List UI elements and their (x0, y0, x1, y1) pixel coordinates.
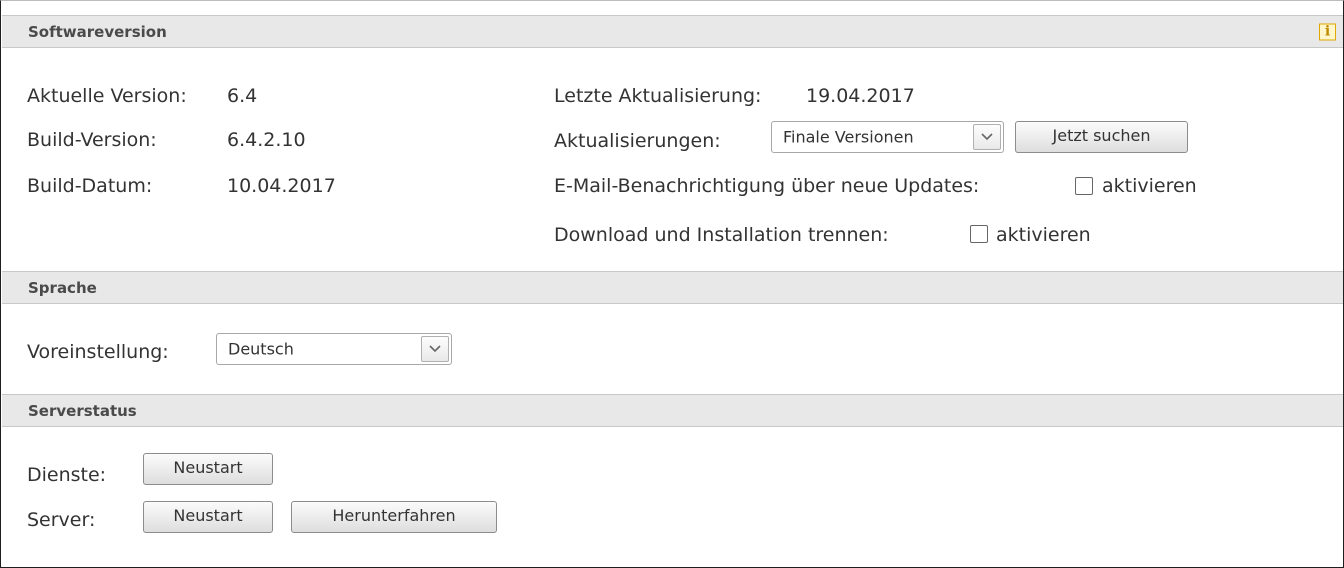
section-title: Serverstatus (28, 401, 137, 420)
search-updates-button[interactable]: Jetzt suchen (1015, 121, 1188, 153)
system-settings-panel: Softwareversion i Aktuelle Version: 6.4 … (0, 0, 1344, 568)
language-select[interactable]: Deutsch (216, 333, 452, 365)
chevron-down-icon (421, 336, 449, 362)
email-notify-checkbox-label: aktivieren (1102, 175, 1197, 197)
services-label: Dienste: (27, 464, 107, 486)
section-header-softwareversion: Softwareversion i (2, 15, 1343, 48)
server-shutdown-button[interactable]: Herunterfahren (291, 501, 497, 533)
updates-select-value: Finale Versionen (783, 127, 914, 147)
chevron-down-icon (973, 124, 1001, 150)
email-notify-checkbox[interactable] (1075, 177, 1093, 195)
email-notify-label: E-Mail-Benachrichtigung über neue Update… (554, 175, 980, 197)
download-split-checkbox-label: aktivieren (996, 224, 1091, 246)
server-restart-button[interactable]: Neustart (143, 501, 273, 533)
download-split-checkbox[interactable] (970, 225, 988, 243)
download-split-label: Download und Installation trennen: (554, 224, 889, 246)
section-header-serverstatus: Serverstatus (2, 394, 1343, 427)
build-date-label: Build-Datum: (27, 175, 153, 197)
last-update-label: Letzte Aktualisierung: (554, 85, 762, 107)
section-title: Sprache (28, 278, 97, 297)
last-update-value: 19.04.2017 (806, 85, 915, 107)
section-title: Softwareversion (28, 22, 167, 41)
build-version-value: 6.4.2.10 (227, 129, 306, 151)
updates-label: Aktualisierungen: (554, 130, 721, 152)
default-language-label: Voreinstellung: (27, 341, 169, 363)
section-header-sprache: Sprache (2, 271, 1343, 304)
info-icon[interactable]: i (1319, 23, 1336, 40)
build-version-label: Build-Version: (27, 129, 157, 151)
updates-select[interactable]: Finale Versionen (771, 121, 1004, 153)
server-label: Server: (27, 509, 96, 531)
current-version-label: Aktuelle Version: (27, 85, 187, 107)
current-version-value: 6.4 (227, 85, 258, 107)
language-select-value: Deutsch (228, 339, 294, 359)
build-date-value: 10.04.2017 (227, 175, 336, 197)
services-restart-button[interactable]: Neustart (143, 453, 273, 485)
